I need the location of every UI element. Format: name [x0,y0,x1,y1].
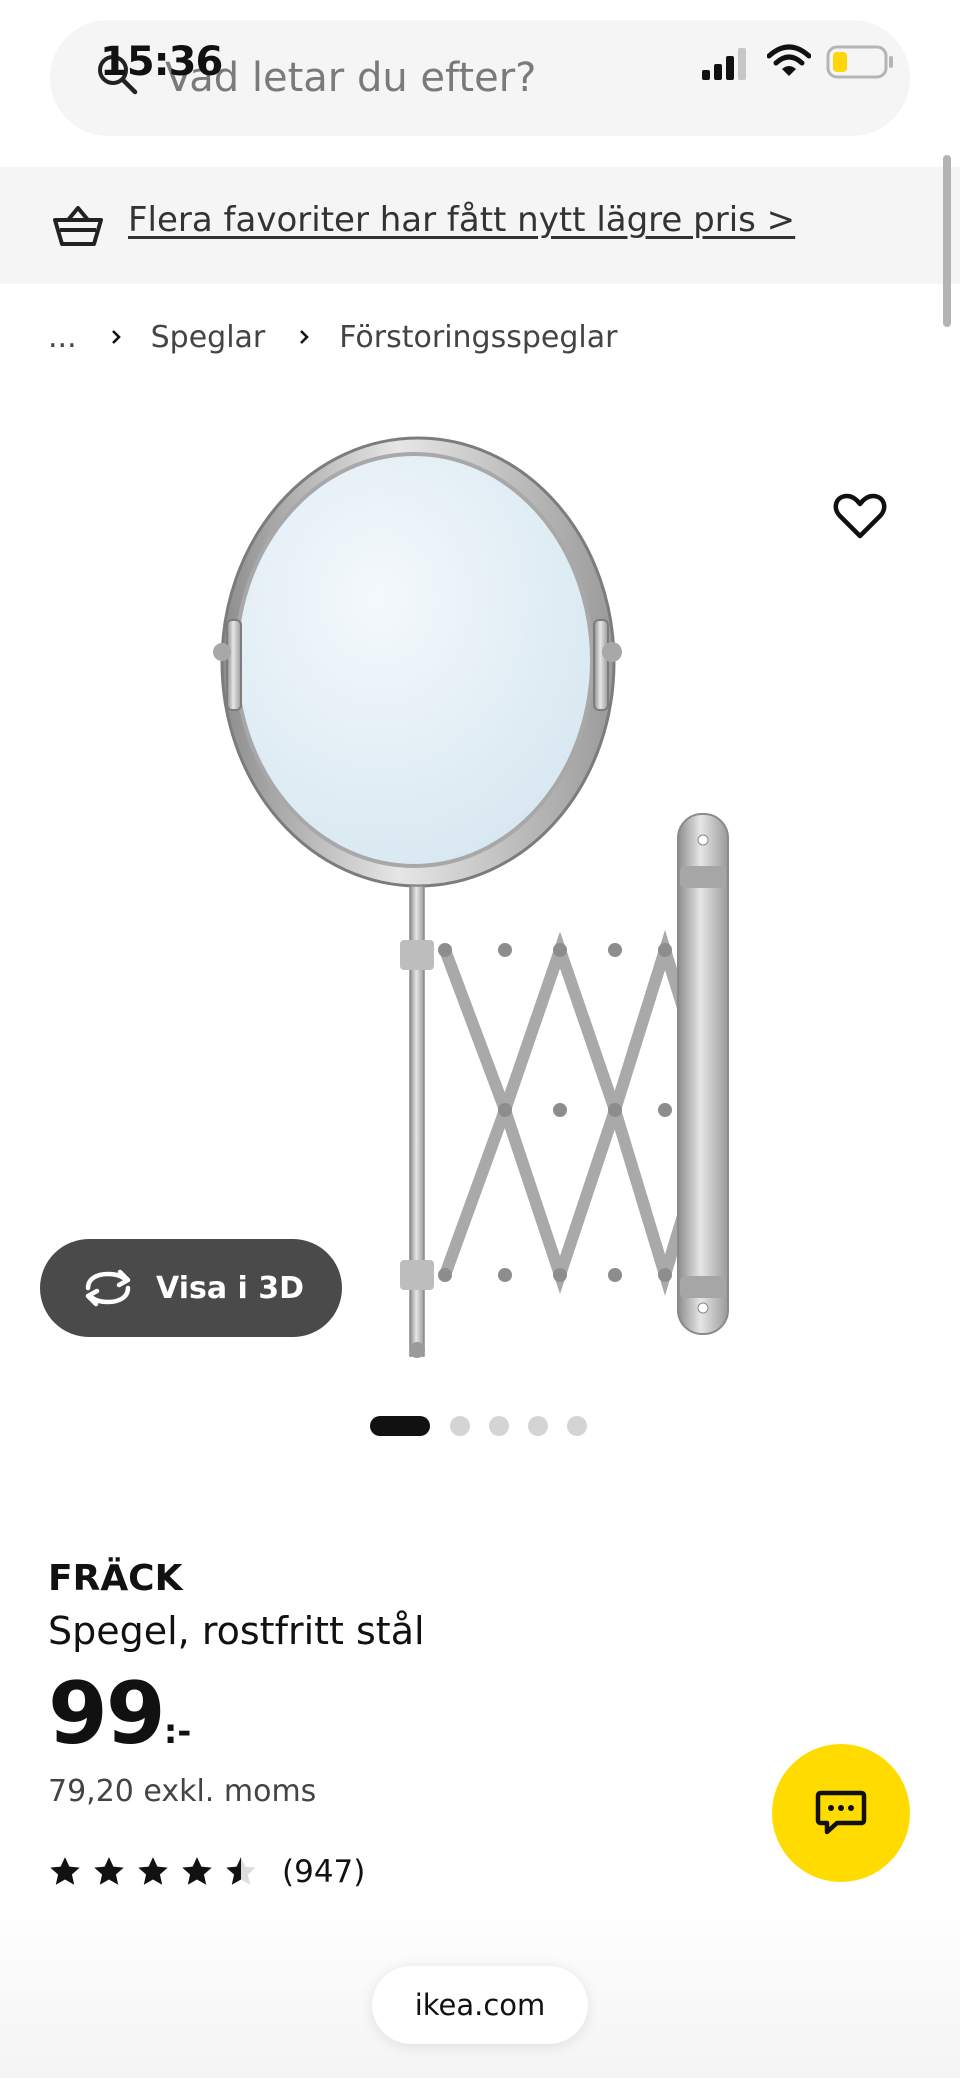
carousel-indicator [370,1416,606,1436]
browser-url-bar[interactable]: ikea.com [372,1966,588,2044]
view-in-3d-button[interactable]: Visa i 3D [40,1239,342,1337]
price-value: 99 [48,1664,166,1764]
battery-icon [826,45,893,79]
product-description: Spegel, rostfritt stål [48,1609,425,1653]
product-name: FRÄCK [48,1558,183,1599]
price-suffix: :- [163,1712,192,1752]
carousel-dot[interactable] [567,1416,587,1436]
star-half-icon [226,1857,256,1885]
star-full-icon [138,1857,168,1885]
breadcrumb: ... Speglar Förstoringsspeglar [48,312,617,362]
carousel-dot[interactable] [528,1416,548,1436]
chevron-right-icon [111,330,121,344]
breadcrumb-ellipsis[interactable]: ... [48,320,77,355]
review-count[interactable]: (947) [282,1854,365,1890]
breadcrumb-item-forstoringsspeglar[interactable]: Förstoringsspeglar [339,320,617,355]
chat-button[interactable] [772,1744,910,1882]
promo-link[interactable]: Flera favoriter har fått nytt lägre pris… [128,196,795,244]
star-full-icon [94,1857,124,1885]
breadcrumb-item-speglar[interactable]: Speglar [151,320,266,355]
scrollbar-thumb[interactable] [943,155,951,327]
chat-bubble-icon [815,1790,867,1835]
carousel-dot-active[interactable] [370,1416,430,1436]
star-full-icon [50,1857,80,1885]
carousel-dot[interactable] [450,1416,470,1436]
chevron-right-icon [300,330,310,344]
carousel-dot[interactable] [489,1416,509,1436]
status-time: 15:36 [100,39,223,85]
basket-icon [53,206,103,246]
rotate-3d-icon [85,1269,131,1307]
favorite-heart-icon[interactable] [832,488,888,544]
cellular-signal-icon [702,48,746,80]
product-price: 99:- [48,1664,191,1782]
product-image[interactable] [200,420,760,1380]
star-full-icon [182,1857,212,1885]
price-excl-vat: 79,20 exkl. moms [48,1774,317,1809]
product-rating[interactable]: (947) [48,1848,365,1896]
view-in-3d-label: Visa i 3D [156,1270,305,1306]
wifi-icon [767,44,811,76]
